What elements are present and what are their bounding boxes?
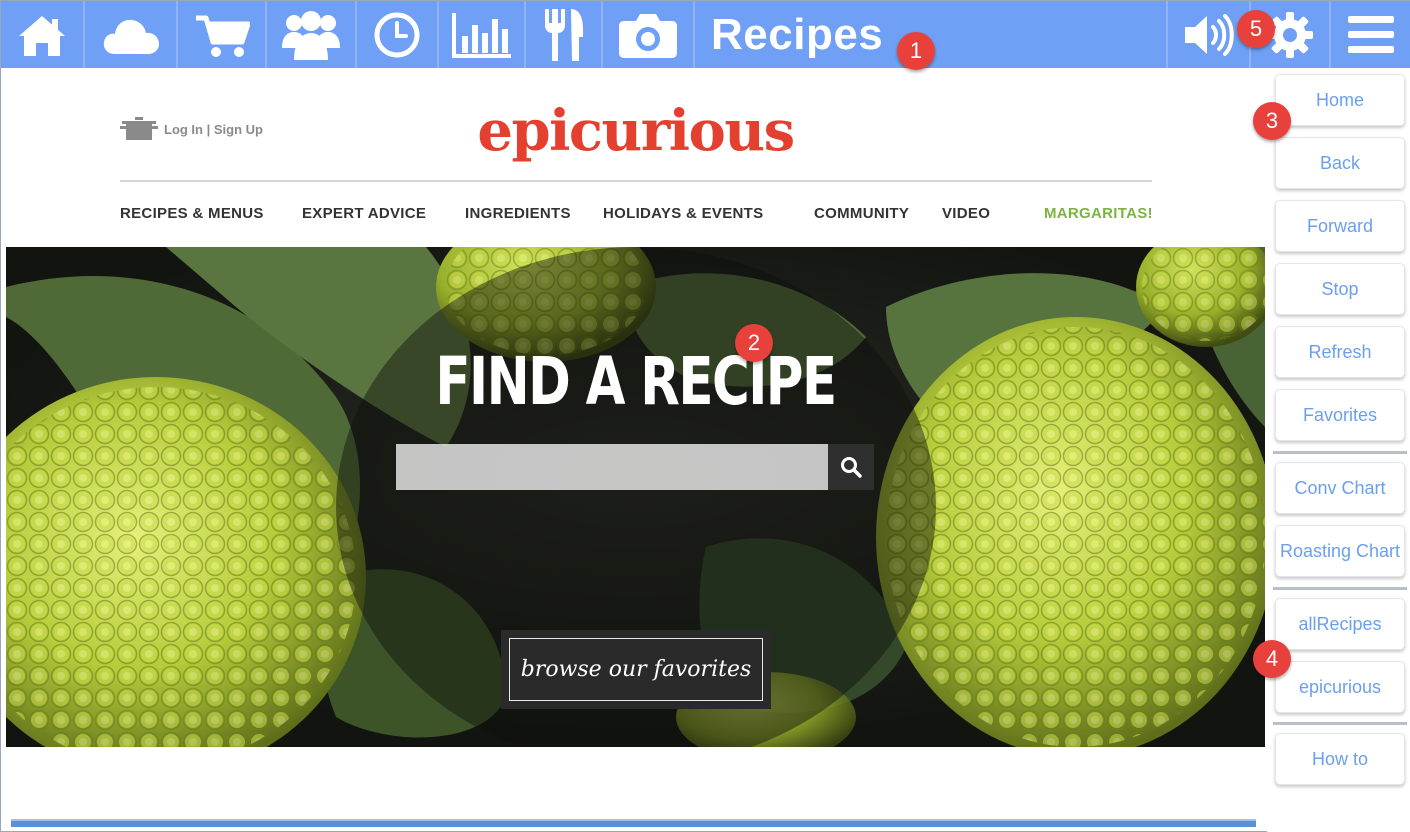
annotation-badge-5: 5	[1237, 10, 1275, 48]
sidebar-divider	[1273, 722, 1407, 725]
web-view: Log In | Sign Up epicurious RECIPES & ME…	[6, 68, 1265, 828]
sidebar-divider	[1273, 451, 1407, 454]
bar-chart-icon[interactable]	[439, 1, 526, 68]
browse-favorites-button[interactable]: browse our favorites	[509, 638, 763, 701]
sidebar-back-button[interactable]: Back	[1275, 137, 1405, 189]
sidebar-forward-button[interactable]: Forward	[1275, 200, 1405, 252]
cloud-icon[interactable]	[85, 1, 178, 68]
recipe-search-input[interactable]	[396, 444, 828, 490]
utensils-icon[interactable]	[526, 1, 603, 68]
nav-ingredients[interactable]: INGREDIENTS	[465, 205, 571, 222]
sidebar-favorites-button[interactable]: Favorites	[1275, 389, 1405, 441]
bottom-scroll-bar[interactable]	[11, 819, 1256, 827]
nav-expert-advice[interactable]: EXPERT ADVICE	[302, 205, 426, 222]
recipe-search-bar	[396, 444, 874, 490]
cart-icon[interactable]	[178, 1, 267, 68]
home-icon[interactable]	[1, 1, 85, 68]
sidebar-roasting-chart-button[interactable]: Roasting Chart	[1275, 525, 1405, 577]
app-window: Recipes Log In | Sign Up epicurious RECI…	[0, 0, 1410, 832]
annotation-badge-1: 1	[897, 32, 935, 70]
hero-title: FIND A RECIPE	[435, 343, 837, 420]
site-logo[interactable]: epicurious	[6, 98, 1265, 164]
sidebar-conv-chart-button[interactable]: Conv Chart	[1275, 462, 1405, 514]
nav-community[interactable]: COMMUNITY	[814, 205, 909, 222]
sidebar-epicurious-button[interactable]: epicurious	[1275, 661, 1405, 713]
sidebar-refresh-button[interactable]: Refresh	[1275, 326, 1405, 378]
browse-favorites-frame: browse our favorites	[501, 630, 771, 709]
nav-margaritas[interactable]: MARGARITAS!	[1044, 205, 1153, 222]
nav-video[interactable]: VIDEO	[942, 205, 990, 222]
nav-recipes-menus[interactable]: RECIPES & MENUS	[120, 205, 264, 222]
annotation-badge-3: 3	[1253, 102, 1291, 140]
nav-holidays-events[interactable]: HOLIDAYS & EVENTS	[603, 205, 763, 222]
search-button[interactable]	[828, 444, 874, 490]
right-sidebar: Home Back Forward Stop Refresh Favorites…	[1267, 68, 1410, 832]
sidebar-how-to-button[interactable]: How to	[1275, 733, 1405, 785]
clock-icon[interactable]	[357, 1, 439, 68]
people-icon[interactable]	[267, 1, 357, 68]
menu-icon[interactable]	[1331, 1, 1410, 68]
site-header: Log In | Sign Up epicurious RECIPES & ME…	[6, 68, 1265, 246]
sidebar-divider	[1273, 587, 1407, 590]
annotation-badge-2: 2	[735, 324, 773, 362]
sidebar-allrecipes-button[interactable]: allRecipes	[1275, 598, 1405, 650]
hero-banner: FIND A RECIPE browse our favorites	[6, 247, 1265, 747]
search-icon	[841, 457, 862, 478]
sidebar-home-button[interactable]: Home	[1275, 74, 1405, 126]
annotation-badge-4: 4	[1253, 640, 1291, 678]
camera-icon[interactable]	[603, 1, 695, 68]
header-divider	[120, 180, 1152, 182]
top-toolbar: Recipes	[1, 1, 1410, 68]
sidebar-stop-button[interactable]: Stop	[1275, 263, 1405, 315]
